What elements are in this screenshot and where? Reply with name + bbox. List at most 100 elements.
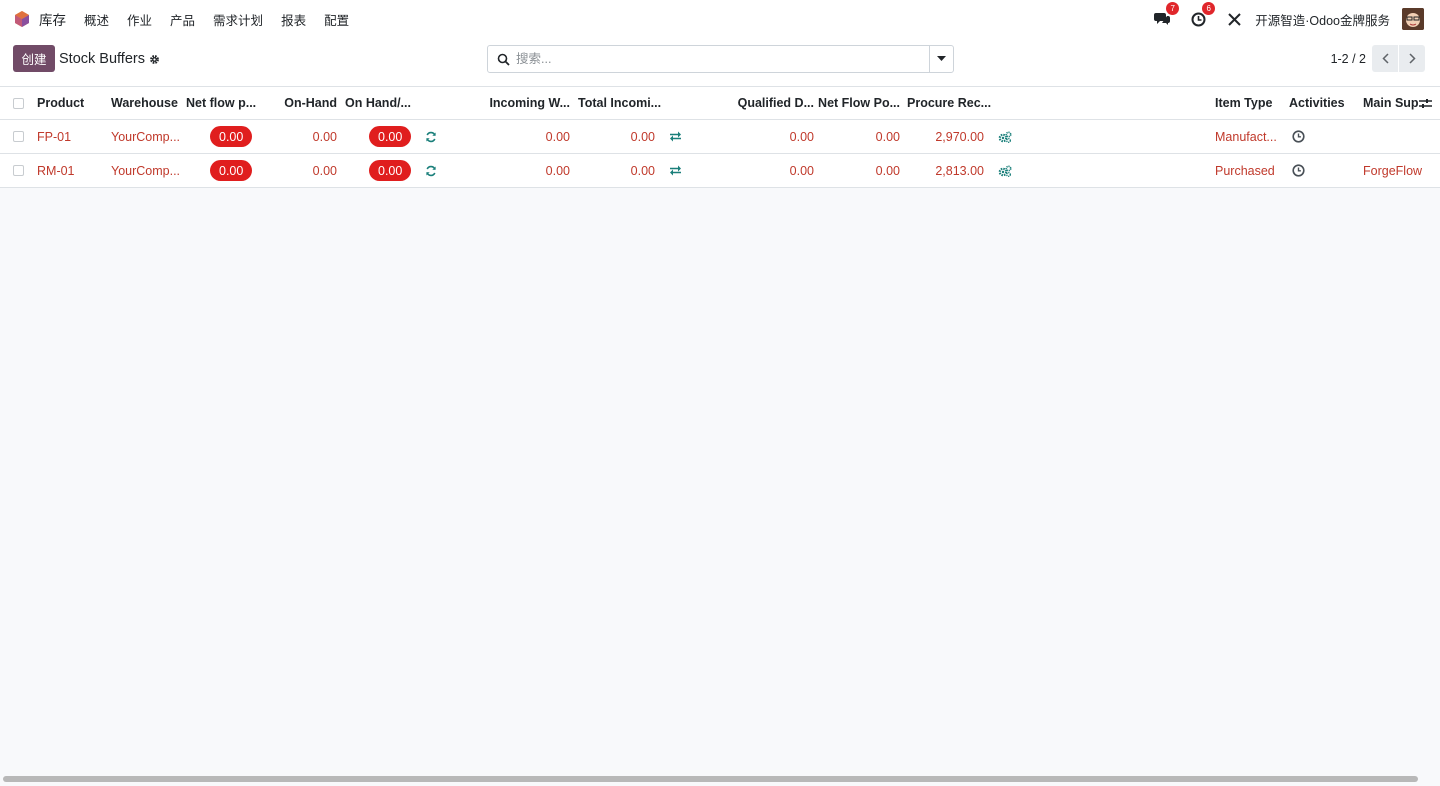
- create-button[interactable]: 创建: [13, 45, 55, 72]
- breadcrumb: Stock Buffers: [59, 51, 160, 67]
- search-icon: [497, 53, 510, 66]
- top-navbar: 库存 概述 作业 产品 需求计划 报表 配置 7 6 开源智造·Odoo金牌服务: [0, 0, 1440, 38]
- refresh-buffer-button[interactable]: [425, 154, 437, 187]
- stock-buffers-list: Product Warehouse Net flow p... On-Hand …: [0, 87, 1440, 188]
- page-title: Stock Buffers: [59, 51, 145, 67]
- menu-reporting[interactable]: 报表: [281, 10, 306, 29]
- cell-incoming-within: 0.00: [545, 163, 570, 178]
- app-name[interactable]: 库存: [39, 9, 66, 29]
- gear-icon[interactable]: [149, 54, 160, 65]
- cell-incoming-within: 0.00: [545, 129, 570, 144]
- exchange-icon: [670, 165, 681, 176]
- cell-net-flow-position: 0.00: [875, 163, 900, 178]
- menu-products[interactable]: 产品: [170, 10, 195, 29]
- header-total-incoming[interactable]: Total Incomi...: [578, 87, 662, 119]
- activities-badge: 6: [1202, 2, 1216, 15]
- header-net-flow[interactable]: Net flow p...: [186, 87, 266, 119]
- cell-net-flow-position: 0.00: [875, 129, 900, 144]
- procure-button[interactable]: [998, 120, 1012, 153]
- cell-total-incoming: 0.00: [630, 129, 655, 144]
- debug-tools-button[interactable]: [1225, 10, 1243, 28]
- exchange-icon: [670, 131, 681, 142]
- select-all-checkbox[interactable]: [13, 97, 24, 109]
- on-hand-pct-badge: 0.00: [369, 126, 412, 147]
- user-avatar[interactable]: [1402, 8, 1424, 30]
- cell-on-hand: 0.00: [312, 129, 337, 144]
- company-switcher[interactable]: 开源智造·Odoo金牌服务: [1255, 10, 1390, 29]
- cell-main-supplier[interactable]: [1363, 120, 1433, 153]
- horizontal-scrollbar[interactable]: [3, 776, 1418, 782]
- header-net-flow-position[interactable]: Net Flow Po...: [814, 87, 900, 119]
- table-row[interactable]: RM-01 YourComp... 0.00 0.00 0.00 0.00 0.…: [0, 154, 1440, 188]
- search-input[interactable]: [516, 52, 916, 66]
- chevron-left-icon: [1381, 53, 1389, 64]
- activities-button[interactable]: 6: [1189, 2, 1216, 28]
- header-incoming-within[interactable]: Incoming W...: [470, 87, 570, 119]
- header-main-supplier[interactable]: Main Sup: [1363, 87, 1419, 119]
- schedule-activity-button[interactable]: [1292, 120, 1305, 153]
- chat-icon: [1154, 13, 1171, 25]
- header-on-hand[interactable]: On-Hand: [266, 87, 337, 119]
- clock-icon: [1292, 130, 1305, 143]
- cell-procure-recommended: 2,813.00: [935, 163, 984, 178]
- header-item-type[interactable]: Item Type: [1215, 87, 1285, 119]
- cell-net-flow: 0.00: [210, 120, 253, 153]
- select-all-cell: [13, 87, 24, 119]
- pager-value[interactable]: 1-2 / 2: [1331, 52, 1366, 66]
- cell-warehouse[interactable]: YourComp...: [111, 120, 181, 153]
- cogs-icon: [998, 130, 1012, 143]
- messages-badge: 7: [1166, 2, 1180, 15]
- menu-overview[interactable]: 概述: [84, 10, 109, 29]
- cell-product[interactable]: RM-01: [37, 154, 107, 187]
- cell-on-hand: 0.00: [312, 163, 337, 178]
- row-checkbox[interactable]: [13, 131, 24, 142]
- caret-down-icon: [937, 56, 946, 61]
- refresh-icon: [426, 131, 436, 142]
- cell-on-hand-pct: 0.00: [369, 120, 412, 153]
- header-warehouse[interactable]: Warehouse: [111, 87, 181, 119]
- cell-warehouse[interactable]: YourComp...: [111, 154, 181, 187]
- pager-next-button[interactable]: [1399, 45, 1425, 72]
- header-procure-recommended[interactable]: Procure Rec...: [907, 87, 991, 119]
- cell-procure-recommended: 2,970.00: [935, 129, 984, 144]
- menu-operations[interactable]: 作业: [127, 10, 152, 29]
- main-menu: 概述 作业 产品 需求计划 报表 配置: [84, 10, 367, 29]
- header-on-hand-pct[interactable]: On Hand/...: [345, 87, 415, 119]
- pager-previous-button[interactable]: [1372, 45, 1398, 72]
- row-checkbox[interactable]: [13, 165, 24, 176]
- cell-item-type: Purchased: [1215, 163, 1275, 178]
- messages-button[interactable]: 7: [1153, 2, 1180, 28]
- menu-configuration[interactable]: 配置: [324, 10, 349, 29]
- menu-demand-planning[interactable]: 需求计划: [213, 10, 263, 29]
- view-moves-button[interactable]: [669, 154, 682, 187]
- refresh-buffer-button[interactable]: [425, 120, 437, 153]
- header-product[interactable]: Product: [37, 87, 107, 119]
- table-header: Product Warehouse Net flow p... On-Hand …: [0, 87, 1440, 120]
- sliders-icon: [1419, 98, 1432, 108]
- procure-button[interactable]: [998, 154, 1012, 187]
- net-flow-badge: 0.00: [210, 160, 253, 181]
- cogs-icon: [998, 164, 1012, 177]
- schedule-activity-button[interactable]: [1292, 154, 1305, 187]
- cell-net-flow: 0.00: [210, 154, 253, 187]
- clock-icon: [1292, 164, 1305, 177]
- view-moves-button[interactable]: [669, 120, 682, 153]
- row-select-cell: [13, 120, 24, 153]
- header-qualified-demand[interactable]: Qualified D...: [712, 87, 814, 119]
- row-select-cell: [13, 154, 24, 187]
- tools-icon: [1228, 12, 1241, 26]
- optional-columns-toggle[interactable]: [1419, 87, 1433, 119]
- cell-on-hand-pct: 0.00: [369, 154, 412, 187]
- refresh-icon: [426, 165, 436, 176]
- cell-item-type: Manufact...: [1215, 129, 1277, 144]
- inventory-app-icon[interactable]: [13, 10, 31, 28]
- chevron-right-icon: [1408, 53, 1416, 64]
- cell-qualified-demand: 0.00: [789, 129, 814, 144]
- search-options-toggle[interactable]: [929, 46, 953, 72]
- cell-total-incoming: 0.00: [630, 163, 655, 178]
- table-row[interactable]: FP-01 YourComp... 0.00 0.00 0.00 0.00 0.…: [0, 120, 1440, 154]
- header-activities[interactable]: Activities: [1289, 87, 1359, 119]
- search-bar: [487, 45, 954, 73]
- cell-main-supplier[interactable]: ForgeFlow: [1363, 154, 1433, 187]
- cell-product[interactable]: FP-01: [37, 120, 107, 153]
